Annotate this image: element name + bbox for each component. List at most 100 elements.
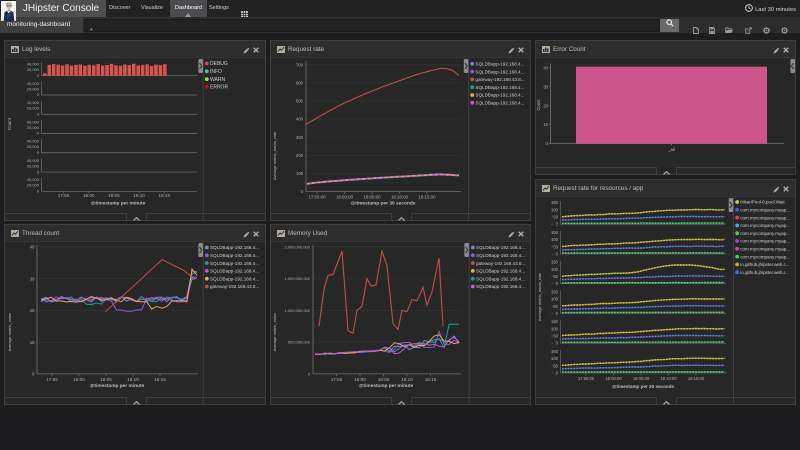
- svg-text:17:55: 17:55: [46, 377, 58, 382]
- svg-text:0: 0: [37, 92, 40, 97]
- svg-text:WARN: WARN: [210, 77, 225, 83]
- svg-text:20: 20: [543, 103, 548, 108]
- svg-text:DEBUG: DEBUG: [210, 61, 228, 67]
- svg-text:40,000: 40,000: [27, 100, 40, 105]
- svg-text:18:10:00: 18:10:00: [660, 376, 677, 381]
- svg-text:40,000: 40,000: [27, 158, 40, 163]
- svg-text:10: 10: [543, 122, 548, 127]
- svg-text:50: 50: [553, 304, 558, 309]
- svg-text:20,000: 20,000: [27, 163, 40, 168]
- svg-text:50: 50: [553, 274, 558, 279]
- svg-text:SQLDBapp-192.168.4...: SQLDBapp-192.168.4...: [475, 69, 524, 74]
- svg-text:700: 700: [296, 62, 304, 67]
- svg-text:20,000: 20,000: [27, 86, 40, 91]
- svg-text:30: 30: [30, 276, 35, 281]
- svg-text:18:15: 18:15: [154, 377, 166, 382]
- svg-text:INFO: INFO: [210, 69, 222, 75]
- svg-text:SQLDBapp-192.168.4...: SQLDBapp-192.168.4...: [476, 284, 525, 289]
- svg-text:18:00:00: 18:00:00: [605, 376, 622, 381]
- svg-text:ERROR: ERROR: [210, 85, 228, 91]
- svg-text:0: 0: [556, 281, 559, 286]
- svg-text:2,000,000,000: 2,000,000,000: [284, 244, 310, 249]
- svg-text:0: 0: [546, 141, 549, 146]
- svg-text:17:55:00: 17:55:00: [578, 376, 595, 381]
- svg-text:0: 0: [37, 73, 40, 78]
- svg-text:@timestamp per minute: @timestamp per minute: [359, 383, 414, 389]
- svg-text:SQLDBapp-192.168.4...: SQLDBapp-192.168.4...: [476, 253, 525, 258]
- svg-text:50: 50: [553, 363, 558, 368]
- svg-text:18:10: 18:10: [127, 377, 139, 382]
- svg-text:18:05: 18:05: [378, 377, 390, 382]
- svg-text:18:15: 18:15: [425, 377, 437, 382]
- svg-text:0: 0: [556, 311, 559, 316]
- svg-text:gateway-192.168.43.8...: gateway-192.168.43.8...: [475, 77, 524, 82]
- svg-text:SQLDBapp-192.168.4...: SQLDBapp-192.168.4...: [475, 101, 524, 106]
- svg-text:SQLDBapp-192.168.4...: SQLDBapp-192.168.4...: [210, 253, 259, 258]
- svg-text:com.mycompany.myap...: com.mycompany.myap...: [740, 208, 790, 213]
- svg-text:18:00: 18:00: [73, 377, 85, 382]
- svg-text:1,500,000,000: 1,500,000,000: [284, 276, 310, 281]
- svg-text:SQLDBapp-192.168.4...: SQLDBapp-192.168.4...: [210, 276, 259, 281]
- svg-text:HikariPool-0.pool.Wait: HikariPool-0.pool.Wait: [740, 200, 785, 205]
- svg-text:SQLDBapp-192.168.4...: SQLDBapp-192.168.4...: [210, 269, 259, 274]
- svg-text:18:00:00: 18:00:00: [336, 194, 354, 199]
- svg-text:600: 600: [296, 81, 304, 86]
- svg-text:gateway-192.168.43.8...: gateway-192.168.43.8...: [476, 261, 525, 266]
- svg-text:40,000: 40,000: [27, 139, 40, 144]
- svg-text:_all: _all: [667, 147, 675, 152]
- svg-text:18:05:00: 18:05:00: [633, 376, 650, 381]
- svg-text:0: 0: [37, 111, 40, 116]
- svg-text:com.mycompany.myap...: com.mycompany.myap...: [740, 231, 790, 236]
- svg-text:SQLDBapp-192.168.4...: SQLDBapp-192.168.4...: [476, 245, 525, 250]
- svg-text:18:10: 18:10: [401, 377, 413, 382]
- svg-text:17:55: 17:55: [58, 193, 70, 198]
- svg-text:20: 20: [30, 308, 35, 313]
- svg-text:0: 0: [37, 150, 40, 155]
- svg-text:40,000: 40,000: [27, 119, 40, 124]
- svg-text:Average metric_value: Average metric_value: [7, 312, 12, 351]
- svg-text:20,000: 20,000: [27, 144, 40, 149]
- svg-text:com.mycompany.myap...: com.mycompany.myap...: [740, 215, 790, 220]
- svg-text:@timestamp per minute: @timestamp per minute: [91, 200, 146, 206]
- svg-text:18:05: 18:05: [100, 377, 112, 382]
- svg-text:20,000: 20,000: [27, 125, 40, 130]
- svg-text:0: 0: [37, 131, 40, 136]
- svg-text:com.mycompany.myap...: com.mycompany.myap...: [740, 247, 790, 252]
- svg-text:20,000: 20,000: [27, 183, 40, 188]
- svg-text:50: 50: [553, 215, 558, 220]
- svg-text:0: 0: [308, 372, 311, 377]
- svg-text:18:10: 18:10: [133, 193, 145, 198]
- svg-text:SQLDBapp-192.168.4...: SQLDBapp-192.168.4...: [476, 269, 525, 274]
- svg-text:300: 300: [296, 135, 304, 140]
- svg-text:SQLDBapp-192.168.4...: SQLDBapp-192.168.4...: [475, 85, 524, 90]
- svg-text:18:10:00: 18:10:00: [391, 194, 409, 199]
- svg-text:40: 40: [543, 65, 548, 70]
- svg-text:500: 500: [296, 99, 304, 104]
- svg-text:0: 0: [37, 169, 40, 174]
- svg-text:18:05: 18:05: [108, 193, 120, 198]
- svg-text:17:55:00: 17:55:00: [308, 194, 326, 199]
- svg-text:40,000: 40,000: [27, 62, 40, 67]
- svg-text:@timestamp per minute: @timestamp per minute: [90, 383, 145, 389]
- svg-text:gateway-192.168.43.8...: gateway-192.168.43.8...: [210, 284, 259, 289]
- svg-text:com.mycompany.myap...: com.mycompany.myap...: [740, 254, 790, 259]
- svg-text:18:15: 18:15: [159, 193, 171, 198]
- svg-text:18:05:00: 18:05:00: [363, 194, 381, 199]
- svg-text:0: 0: [37, 189, 40, 194]
- svg-text:SQLDBapp-192.168.4...: SQLDBapp-192.168.4...: [210, 261, 259, 266]
- svg-text:0: 0: [556, 251, 559, 256]
- svg-text:Average metric_value: Average metric_value: [272, 312, 277, 351]
- svg-text:Average metric_mean_rate: Average metric_mean_rate: [272, 131, 277, 180]
- svg-text:400: 400: [296, 117, 304, 122]
- svg-text:20,000: 20,000: [27, 67, 40, 72]
- svg-text:30: 30: [543, 84, 548, 89]
- svg-text:0: 0: [32, 372, 35, 377]
- svg-text:SQLDBapp-192.168.4...: SQLDBapp-192.168.4...: [210, 245, 259, 250]
- svg-text:0: 0: [301, 189, 304, 194]
- svg-text:17:55: 17:55: [331, 377, 343, 382]
- svg-text:40: 40: [30, 245, 35, 250]
- svg-text:@timestamp per 30 seconds: @timestamp per 30 seconds: [351, 201, 416, 207]
- svg-text:50: 50: [553, 334, 558, 339]
- svg-text:0: 0: [556, 341, 559, 346]
- svg-text:0: 0: [556, 222, 559, 227]
